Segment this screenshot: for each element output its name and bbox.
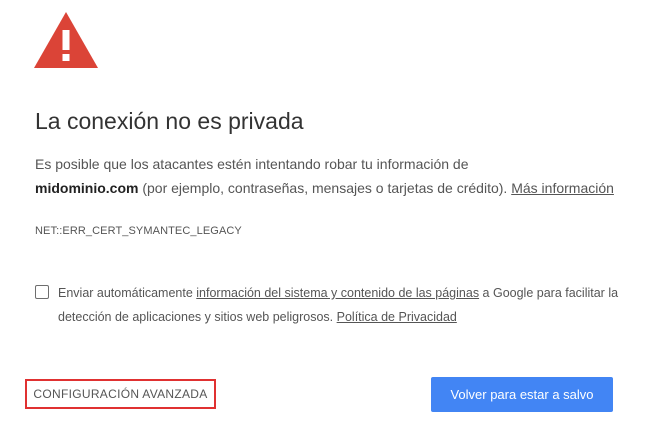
optin-prefix: Enviar automáticamente: [58, 286, 197, 300]
message-rest: (por ejemplo, contraseñas, mensajes o ta…: [138, 180, 512, 196]
system-info-link[interactable]: información del sistema y contenido de l…: [196, 286, 479, 300]
privacy-policy-link[interactable]: Política de Privacidad: [337, 310, 457, 324]
advanced-settings-button[interactable]: CONFIGURACIÓN AVANZADA: [25, 379, 216, 409]
interstitial-page: La conexión no es privada Es posible que…: [0, 0, 645, 430]
error-code: NET::ERR_CERT_SYMANTEC_LEGACY: [35, 225, 242, 237]
error-message: Es posible que los atacantes estén inten…: [35, 152, 615, 200]
back-to-safety-button[interactable]: Volver para estar a salvo: [431, 377, 613, 412]
warning-triangle-icon: [34, 12, 98, 68]
send-report-checkbox[interactable]: [35, 285, 49, 299]
optin-text: Enviar automáticamente información del s…: [58, 281, 623, 329]
message-line1: Es posible que los atacantes estén inten…: [35, 156, 469, 172]
page-title: La conexión no es privada: [35, 108, 304, 134]
more-info-link[interactable]: Más información: [511, 180, 614, 196]
domain-name: midominio.com: [35, 180, 139, 196]
